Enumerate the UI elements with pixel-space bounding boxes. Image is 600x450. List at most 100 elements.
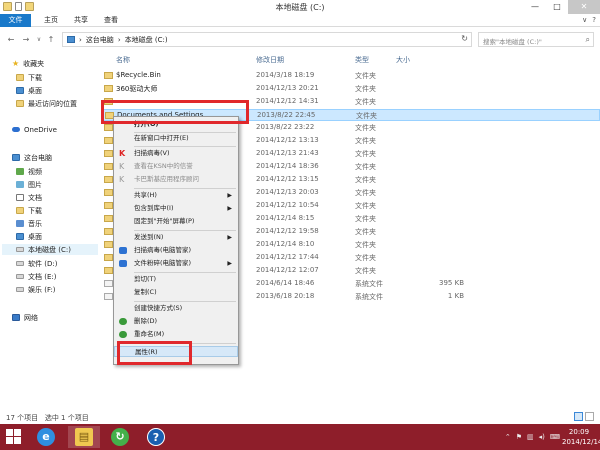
nav-documents[interactable]: 文档 [16,192,42,203]
file-type: 文件夹 [355,137,376,145]
breadcrumb-drive[interactable]: 本地磁盘 (C:) [125,35,168,45]
back-button[interactable]: ← [5,34,17,46]
menu-separator [134,272,236,273]
breadcrumb-thispc[interactable]: 这台电脑 [86,35,114,45]
help-icon[interactable]: ? [592,16,596,24]
close-button[interactable]: ✕ [568,0,600,14]
nav-drive-c[interactable]: 本地磁盘 (C:) [2,244,98,255]
file-explorer-icon: ▤ [75,428,93,446]
recent-dropdown[interactable]: ∨ [33,34,45,46]
search-input[interactable]: 搜索"本地磁盘 (C:)" ⌕ [478,32,594,47]
menu-scan-pcmgr[interactable]: 扫描病毒(电脑管家) [114,245,238,256]
nav-music[interactable]: 音乐 [16,218,42,229]
clock-date: 2014/12/14 [562,438,600,446]
menu-include-library[interactable]: 包含到库中(I) ▶ [114,203,238,214]
menu-ksn-reputation[interactable]: K 查看在KSN中的信誉 [114,161,238,172]
menu-delete[interactable]: 删除(D) [114,316,238,327]
nav-pictures[interactable]: 图片 [16,179,42,190]
submenu-arrow-icon: ▶ [227,192,232,199]
file-date: 2014/12/12 13:15 [256,175,319,183]
taskbar-help[interactable]: ? [140,426,172,448]
recent-places-icon [16,100,24,107]
file-type: 文件夹 [355,228,376,236]
flag-icon[interactable]: ⚑ [516,433,522,441]
menu-separator [134,301,236,302]
menu-shred-file[interactable]: 文件粉碎(电脑管家) ▶ [114,258,238,269]
taskbar: e ▤ ↻ ? ⌃ ⚑ ▥ ◂) ⌨ 20:09 2014/12/14 [0,424,600,450]
file-type: 系统文件 [355,280,383,288]
refresh-icon[interactable]: ↻ [461,34,468,43]
keyboard-icon[interactable]: ⌨ [550,433,560,441]
shield-icon [119,260,127,267]
file-date: 2014/6/14 18:46 [256,279,315,287]
start-button[interactable] [6,429,22,445]
status-bar: 17 个项目 选中 1 个项目 [0,410,600,424]
menu-open-new-window[interactable]: 在新窗口中打开(E) [114,133,238,144]
folder-icon [104,254,113,261]
submenu-arrow-icon: ▶ [227,205,232,212]
column-header-date[interactable]: 修改日期 [256,55,284,65]
nav-videos[interactable]: 视频 [16,166,42,177]
nav-recent[interactable]: 最近访问的位置 [16,98,77,109]
nav-downloads[interactable]: 下载 [16,72,42,83]
clock[interactable]: 20:09 2014/12/14 [562,427,600,447]
menu-copy[interactable]: 复制(C) [114,287,238,298]
menu-cut[interactable]: 剪切(T) [114,274,238,285]
internet-explorer-icon: e [37,428,55,446]
downloads-icon [16,74,24,81]
nav-drive-d[interactable]: 软件 (D:) [16,258,57,269]
taskbar-ie[interactable]: e [30,426,62,448]
file-date: 2014/12/13 20:03 [256,188,319,196]
folder-icon [104,85,113,92]
file-date: 2014/12/14 8:10 [256,240,315,248]
tab-file[interactable]: 文件 [0,14,31,27]
forward-button[interactable]: → [20,34,32,46]
nav-favorites[interactable]: ★ 收藏夹 [12,58,44,69]
nav-pc-downloads[interactable]: 下载 [16,205,42,216]
column-header-type[interactable]: 类型 [355,55,369,65]
volume-icon[interactable]: ◂) [539,433,545,441]
file-date: 2014/12/13 21:43 [256,149,319,157]
chevron-up-icon[interactable]: ⌃ [505,433,511,441]
nav-drive-f[interactable]: 娱乐 (F:) [16,284,56,295]
table-row[interactable]: $Recycle.Bin 2014/3/18 18:19 文件夹 [102,70,600,82]
minimize-button[interactable]: — [524,0,546,14]
menu-separator [134,188,236,189]
taskbar-explorer[interactable]: ▤ [68,426,100,448]
large-icons-view-icon[interactable] [585,412,594,421]
network-icon[interactable]: ▥ [527,433,534,441]
nav-thispc[interactable]: 这台电脑 [12,152,52,163]
nav-pc-desktop[interactable]: 桌面 [16,231,42,242]
tab-view[interactable]: 查看 [100,14,122,27]
chevron-down-icon[interactable]: ∨ [582,16,587,24]
maximize-button[interactable]: □ [546,0,568,14]
column-header-name[interactable]: 名称 [116,55,130,65]
nav-desktop[interactable]: 桌面 [16,85,42,96]
file-type: 文件夹 [355,85,376,93]
menu-rename[interactable]: 重命名(M) [114,329,238,340]
menu-scan-virus[interactable]: K 扫描病毒(V) [114,148,238,159]
menu-send-to[interactable]: 发送到(N) ▶ [114,232,238,243]
file-type: 系统文件 [355,293,383,301]
menu-create-shortcut[interactable]: 创建快捷方式(S) [114,303,238,314]
menu-separator [134,230,236,231]
menu-kaspersky-advisor[interactable]: K 卡巴斯基应用程序顾问 [114,174,238,185]
menu-pin-start[interactable]: 固定到"开始"屏幕(P) [114,216,238,227]
column-header-size[interactable]: 大小 [396,55,410,65]
nav-network[interactable]: 网络 [12,312,38,323]
address-bar[interactable]: › 这台电脑 › 本地磁盘 (C:) ↻ [62,32,472,47]
tab-home[interactable]: 主页 [40,14,62,27]
up-button[interactable]: ↑ [45,34,57,46]
menu-share[interactable]: 共享(H) ▶ [114,190,238,201]
table-row[interactable]: 360驱动大师 2014/12/13 20:21 文件夹 [102,83,600,95]
breadcrumb-separator: › [79,35,82,44]
nav-onedrive[interactable]: OneDrive [12,124,57,135]
tab-share[interactable]: 共享 [70,14,92,27]
details-view-icon[interactable] [574,412,583,421]
nav-drive-e[interactable]: 文档 (E:) [16,271,56,282]
folder-icon [104,267,113,274]
search-icon[interactable]: ⌕ [586,35,590,45]
file-type: 文件夹 [355,150,376,158]
taskbar-pcmgr[interactable]: ↻ [104,426,136,448]
window-title: 本地磁盘 (C:) [275,3,325,12]
